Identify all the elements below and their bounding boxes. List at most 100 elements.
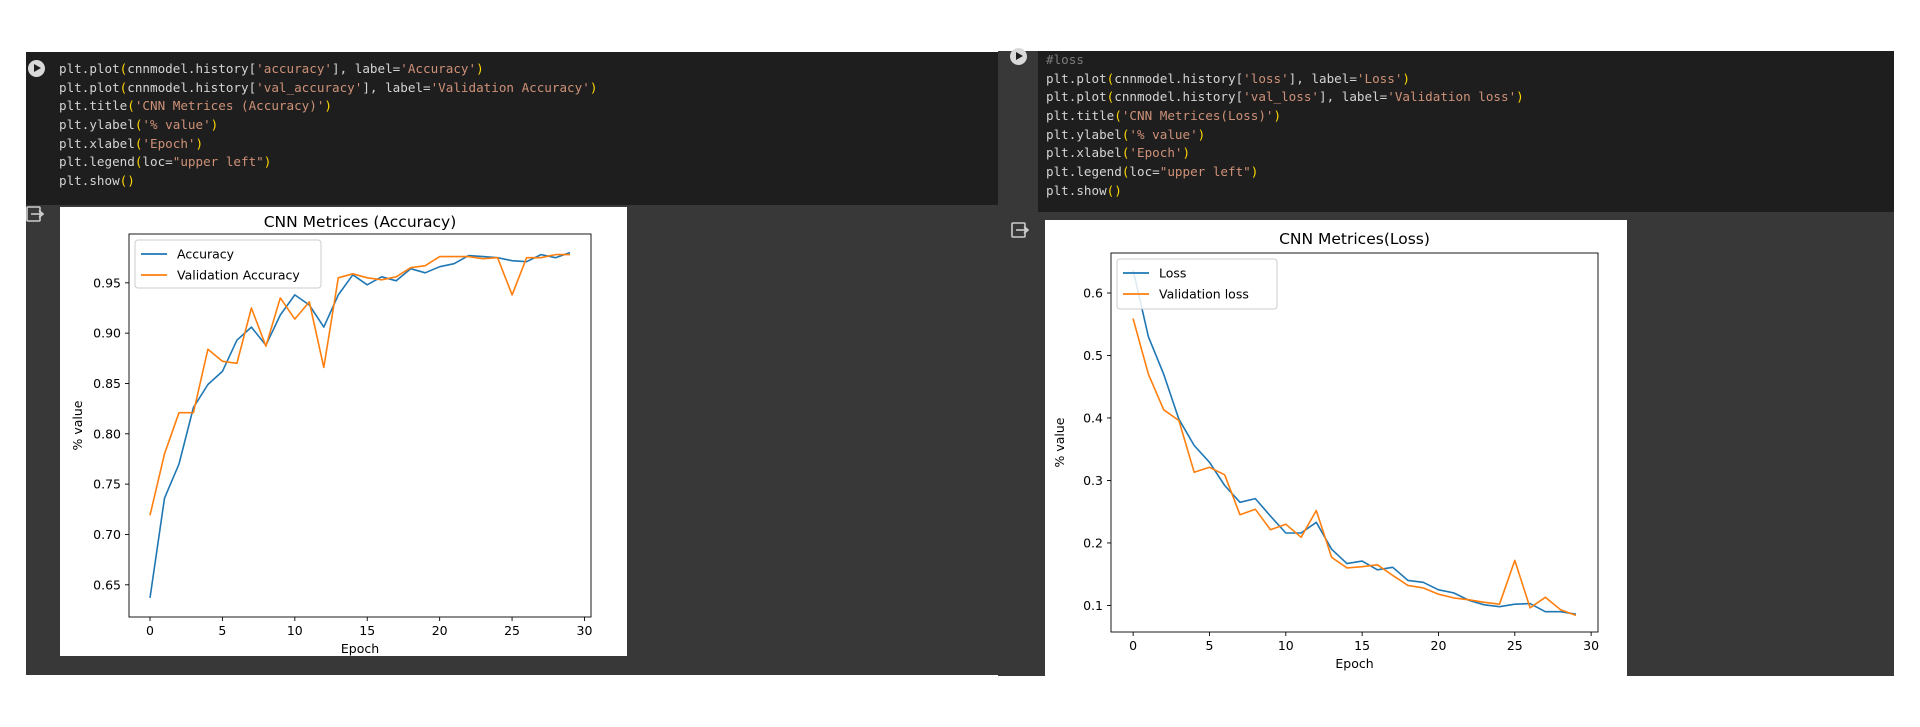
legend-label: Validation loss: [1159, 287, 1249, 302]
code-token: 'accuracy': [256, 61, 332, 76]
y-tick-label: 0.2: [1083, 535, 1103, 550]
x-tick-label: 25: [1507, 638, 1523, 653]
plot-frame: [1110, 252, 1599, 633]
series-line-0: [149, 251, 571, 599]
series-line-1: [1132, 318, 1577, 617]
legend-label: Loss: [1159, 266, 1186, 281]
y-tick-label: 0.65: [93, 577, 121, 592]
code-token: cnnmodel.history[: [127, 79, 257, 95]
code-token: 'Loss': [1356, 70, 1403, 86]
code-line: plt.title('CNN Metrices (Accuracy)'): [59, 97, 597, 116]
x-tick-label: 5: [1205, 638, 1213, 653]
plot-frame: [128, 233, 592, 618]
code-token: plt.legend: [59, 154, 135, 170]
code-line: plt.legend(loc="upper left"): [59, 153, 597, 172]
code-token: plt.show: [59, 173, 120, 189]
x-tick-label: 20: [1431, 638, 1447, 653]
x-tick-label: 10: [287, 623, 303, 638]
code-token: (): [119, 173, 135, 189]
code-token: ): [195, 135, 204, 151]
loss-chart: CNN Metrices(Loss) 0 5 10 15 20 25 30 0.1 0.2 0.3 0…: [1052, 230, 1599, 671]
x-tick-label: 0: [146, 623, 154, 638]
code-token: ): [324, 98, 332, 114]
y-tick-label: 0.3: [1083, 473, 1103, 488]
play-icon[interactable]: [1010, 48, 1027, 65]
code-line: plt.ylabel('% value'): [59, 116, 597, 135]
legend-label: Accuracy: [177, 247, 235, 262]
x-tick-label: 25: [504, 623, 520, 638]
code-token: 'val_accuracy': [256, 79, 363, 95]
right-code-editor[interactable]: #loss plt.plot(cnnmodel.history['loss'], …: [1038, 51, 1894, 212]
code-line: plt.xlabel('Epoch'): [59, 135, 597, 154]
code-line: plt.title('CNN Metrices(Loss)'): [1046, 107, 1524, 126]
code-token: plt.ylabel: [59, 117, 135, 133]
accuracy-chart: CNN Metrices (Accuracy) 0 5 10 15 20 25 30 0.65 0…: [70, 213, 592, 656]
code-line: plt.plot(cnnmodel.history['val_loss'], l…: [1046, 88, 1524, 107]
y-tick-label: 0.5: [1083, 348, 1103, 363]
code-token: 'loss': [1243, 70, 1289, 86]
code-token: ): [1273, 108, 1282, 124]
x-tick-label: 5: [218, 623, 226, 638]
code-token: cnnmodel.history[: [1114, 89, 1244, 105]
code-line: plt.plot(cnnmodel.history['loss'], label…: [1046, 70, 1524, 89]
code-token: ], label=: [1288, 70, 1357, 86]
left-code-editor[interactable]: plt.plot(cnnmodel.history['accuracy'], l…: [26, 52, 1000, 205]
x-tick-label: 15: [1354, 638, 1370, 653]
output-icon[interactable]: [1011, 222, 1029, 238]
code-token: ): [1197, 126, 1206, 142]
y-tick-label: 0.75: [93, 477, 121, 492]
code-token: (): [1106, 182, 1122, 198]
code-line: plt.ylabel('% value'): [1046, 126, 1524, 145]
chart-title: CNN Metrices (Accuracy): [264, 213, 457, 231]
code-token: cnnmodel.history[: [127, 61, 257, 76]
x-tick-label: 0: [1129, 638, 1137, 653]
code-line: plt.show(): [1046, 182, 1524, 201]
code-line: plt.plot(cnnmodel.history['accuracy'], l…: [59, 60, 597, 79]
y-tick-label: 0.70: [93, 527, 121, 542]
x-tick-label: 15: [359, 623, 375, 638]
play-icon[interactable]: [28, 60, 45, 77]
x-tick-label: 10: [1278, 638, 1294, 653]
code-token: plt.xlabel: [1046, 145, 1122, 161]
code-token: plt.xlabel: [59, 135, 135, 151]
code-token: "upper left": [1159, 164, 1251, 180]
code-token: "upper left": [172, 154, 264, 170]
code-token: 'CNN Metrices(Loss)': [1121, 108, 1274, 124]
code-token: plt.title: [1046, 108, 1115, 124]
code-token: ): [1250, 164, 1259, 180]
code-token: ): [210, 117, 219, 133]
code-token: (: [127, 98, 135, 114]
code-token: plt.ylabel: [1046, 126, 1122, 142]
code-token: 'Validation loss': [1387, 89, 1517, 105]
code-token: loc=: [1129, 164, 1160, 180]
x-axis-label: Epoch: [341, 641, 379, 656]
loss-figure: CNN Metrices(Loss) 0 5 10 15 20 25 30 0.1 0.2 0.3 0…: [1045, 220, 1627, 676]
code-token: plt.plot: [59, 79, 120, 95]
output-icon[interactable]: [26, 206, 44, 222]
code-token: ], label=: [1319, 89, 1388, 105]
left-code-lines: plt.plot(cnnmodel.history['accuracy'], l…: [59, 60, 597, 191]
right-code-lines: #loss plt.plot(cnnmodel.history['loss'], …: [1046, 51, 1524, 201]
legend-box: [1116, 258, 1278, 310]
code-token: cnnmodel.history[: [1114, 70, 1244, 86]
code-token: plt.title: [59, 98, 128, 114]
code-line: plt.legend(loc="upper left"): [1046, 163, 1524, 182]
series-line-0: [1132, 269, 1577, 615]
series-line-1: [149, 253, 570, 516]
x-tick-label: 30: [1583, 638, 1599, 653]
code-token: ], label=: [332, 61, 401, 76]
code-token: 'Validation Accuracy': [430, 79, 590, 95]
y-tick-label: 0.95: [93, 275, 121, 290]
y-tick-label: 0.90: [93, 326, 121, 341]
code-token: loc=: [142, 154, 173, 170]
y-axis-label: % value: [1052, 417, 1067, 467]
code-token: 'val_loss': [1243, 89, 1319, 105]
code-token: ): [476, 61, 484, 76]
code-token: ): [1402, 70, 1411, 86]
code-token: ): [263, 154, 272, 170]
legend-label: Validation Accuracy: [177, 268, 300, 283]
code-token: plt.plot: [1046, 70, 1107, 86]
code-token: (: [1114, 108, 1122, 124]
code-token: plt.plot: [1046, 89, 1107, 105]
code-line: plt.xlabel('Epoch'): [1046, 144, 1524, 163]
